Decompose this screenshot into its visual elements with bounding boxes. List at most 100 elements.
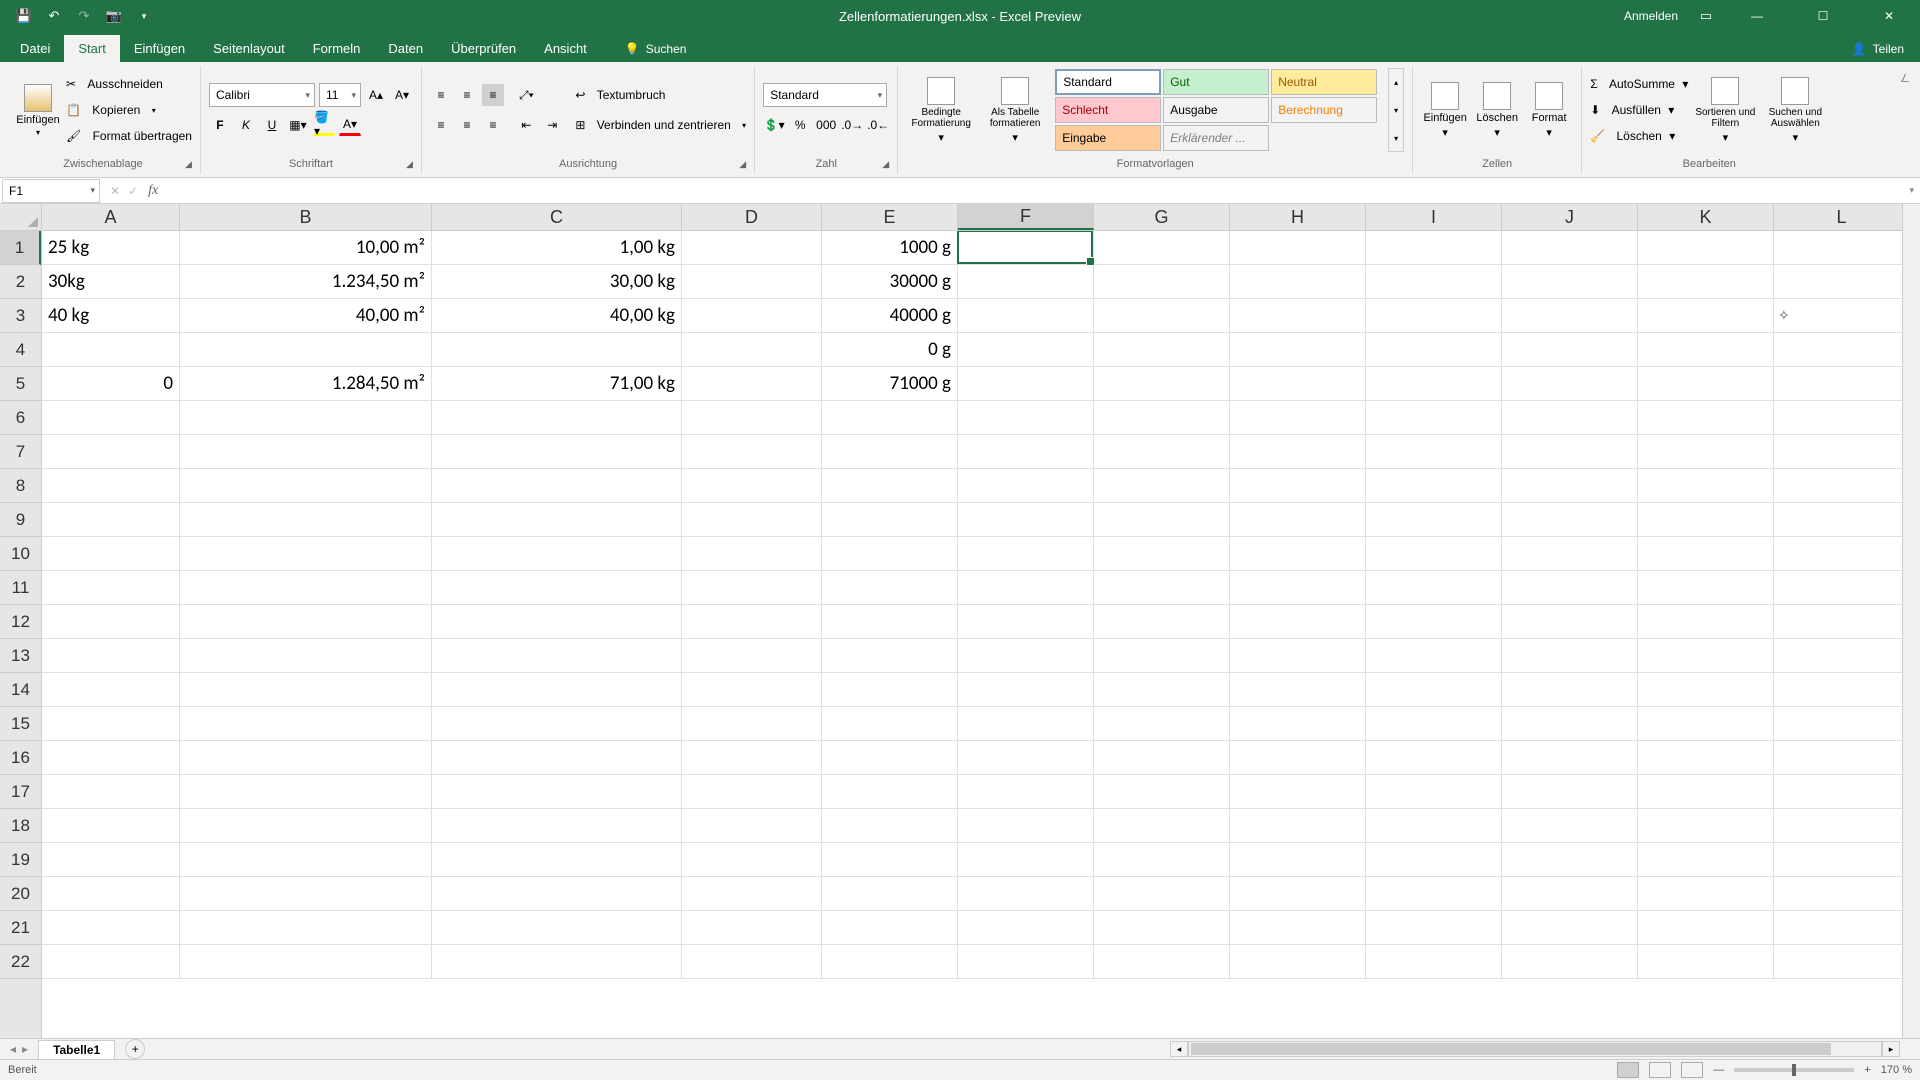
row-header[interactable]: 22 <box>0 945 41 979</box>
cell-value[interactable]: 30kg <box>42 265 180 299</box>
cut-button[interactable]: ✂ Ausschneiden <box>66 72 192 96</box>
row-header[interactable]: 15 <box>0 707 41 741</box>
tab-start[interactable]: Start <box>64 35 119 62</box>
zoom-slider[interactable] <box>1734 1068 1854 1072</box>
style-standard[interactable]: Standard <box>1055 69 1161 95</box>
name-box[interactable]: F1 <box>2 179 100 203</box>
cell-value[interactable]: 40,00 kg <box>432 299 682 333</box>
sheet-nav-first-icon[interactable]: ◂ <box>10 1042 16 1056</box>
cell-value[interactable]: 1,00 kg <box>432 231 682 265</box>
format-cells-button[interactable]: Format▾ <box>1525 68 1573 152</box>
style-neutral[interactable]: Neutral <box>1271 69 1377 95</box>
row-header[interactable]: 17 <box>0 775 41 809</box>
shrink-font-icon[interactable]: A▾ <box>391 84 413 106</box>
normal-view-button[interactable] <box>1617 1062 1639 1078</box>
cell-value[interactable]: 40 kg <box>42 299 180 333</box>
delete-cells-button[interactable]: Löschen▾ <box>1473 68 1521 152</box>
cell-value[interactable]: 1.284,50 m² <box>180 367 432 401</box>
alignment-launcher-icon[interactable]: ◢ <box>739 159 746 170</box>
font-name-dropdown[interactable]: Calibri <box>209 83 315 107</box>
maximize-button[interactable]: ☐ <box>1800 0 1846 32</box>
style-schlecht[interactable]: Schlecht <box>1055 97 1161 123</box>
cell-value[interactable]: 25 kg <box>42 231 180 265</box>
style-erklaerender[interactable]: Erklärender ... <box>1163 125 1269 151</box>
paste-button[interactable]: Einfügen ▾ <box>14 68 62 152</box>
cell-value[interactable]: 71,00 kg <box>432 367 682 401</box>
style-berechnung[interactable]: Berechnung <box>1271 97 1377 123</box>
wrap-text-button[interactable]: ↩ Textumbruch <box>575 83 746 107</box>
cell-value[interactable]: 71000 g <box>822 367 958 401</box>
cell-value[interactable]: 40000 g <box>822 299 958 333</box>
cell-value[interactable]: 1000 g <box>822 231 958 265</box>
row-header[interactable]: 6 <box>0 401 41 435</box>
format-painter-button[interactable]: 🖌 Format übertragen <box>66 124 192 148</box>
underline-button[interactable]: U <box>261 114 283 136</box>
zoom-level[interactable]: 170 % <box>1881 1064 1912 1076</box>
column-header[interactable]: B <box>180 204 432 230</box>
clipboard-launcher-icon[interactable]: ◢ <box>185 159 192 170</box>
autosum-button[interactable]: Σ AutoSumme ▾ <box>1590 72 1688 96</box>
row-header[interactable]: 4 <box>0 333 41 367</box>
page-layout-view-button[interactable] <box>1649 1062 1671 1078</box>
row-header[interactable]: 11 <box>0 571 41 605</box>
cell-value[interactable]: 30000 g <box>822 265 958 299</box>
grow-font-icon[interactable]: A▴ <box>365 84 387 106</box>
cell-value[interactable]: 40,00 m² <box>180 299 432 333</box>
column-header[interactable]: H <box>1230 204 1366 230</box>
italic-button[interactable]: K <box>235 114 257 136</box>
find-select-button[interactable]: Suchen und Auswählen▾ <box>1762 68 1828 152</box>
row-header[interactable]: 5 <box>0 367 41 401</box>
column-header[interactable]: A <box>42 204 180 230</box>
column-header[interactable]: F <box>958 204 1094 230</box>
bold-button[interactable]: F <box>209 114 231 136</box>
increase-indent-icon[interactable]: ⇥ <box>541 114 563 136</box>
scroll-right-icon[interactable]: ▸ <box>1882 1041 1900 1057</box>
camera-icon[interactable]: 📷 <box>106 8 122 24</box>
style-gut[interactable]: Gut <box>1163 69 1269 95</box>
column-header[interactable]: L <box>1774 204 1910 230</box>
ribbon-display-icon[interactable]: ▭ <box>1698 8 1714 24</box>
vertical-scrollbar[interactable] <box>1902 204 1920 1038</box>
save-icon[interactable]: 💾 <box>16 8 32 24</box>
orientation-icon[interactable]: ⤢▾ <box>515 84 537 106</box>
row-header[interactable]: 9 <box>0 503 41 537</box>
row-header[interactable]: 16 <box>0 741 41 775</box>
row-header[interactable]: 7 <box>0 435 41 469</box>
cells-area[interactable]: 25 kg10,00 m²1,00 kg1000 g30kg1.234,50 m… <box>42 231 1920 1038</box>
cell-value[interactable]: 0 g <box>822 333 958 367</box>
tab-ueberpruefen[interactable]: Überprüfen <box>437 35 530 62</box>
format-as-table-button[interactable]: Als Tabelle formatieren▾ <box>980 68 1050 152</box>
column-header[interactable]: K <box>1638 204 1774 230</box>
minimize-button[interactable]: — <box>1734 0 1780 32</box>
cell-value[interactable]: 1.234,50 m² <box>180 265 432 299</box>
insert-cells-button[interactable]: Einfügen▾ <box>1421 68 1469 152</box>
number-launcher-icon[interactable]: ◢ <box>882 159 889 170</box>
align-right-icon[interactable]: ≡ <box>482 114 504 136</box>
percent-icon[interactable]: % <box>789 114 811 136</box>
font-launcher-icon[interactable]: ◢ <box>406 159 413 170</box>
formula-input[interactable] <box>158 179 1903 203</box>
align-top-icon[interactable]: ≡ <box>430 84 452 106</box>
increase-decimal-icon[interactable]: .0→ <box>841 114 863 136</box>
fx-icon[interactable]: fx <box>148 183 158 199</box>
ribbon-search[interactable]: 💡 Suchen <box>611 36 701 62</box>
style-gallery-scroll[interactable]: ▴▾▾ <box>1388 68 1404 152</box>
fill-color-button[interactable]: 🪣▾ <box>313 114 335 136</box>
tab-datei[interactable]: Datei <box>6 35 64 62</box>
style-eingabe[interactable]: Eingabe <box>1055 125 1161 151</box>
undo-icon[interactable]: ↶ <box>46 8 62 24</box>
row-header[interactable]: 1 <box>0 231 41 265</box>
font-size-dropdown[interactable]: 11 <box>319 83 361 107</box>
tab-ansicht[interactable]: Ansicht <box>530 35 601 62</box>
add-sheet-button[interactable]: + <box>125 1039 145 1059</box>
redo-icon[interactable]: ↷ <box>76 8 92 24</box>
column-header[interactable]: E <box>822 204 958 230</box>
row-header[interactable]: 21 <box>0 911 41 945</box>
decrease-decimal-icon[interactable]: .0← <box>867 114 889 136</box>
zoom-in-button[interactable]: + <box>1864 1064 1870 1076</box>
cell-styles-gallery[interactable]: Standard Gut Neutral Schlecht Ausgabe Be… <box>1054 68 1384 152</box>
font-color-button[interactable]: A▾ <box>339 114 361 136</box>
scroll-left-icon[interactable]: ◂ <box>1170 1041 1188 1057</box>
signin-link[interactable]: Anmelden <box>1624 9 1678 23</box>
copy-button[interactable]: 📋 Kopieren ▾ <box>66 98 192 122</box>
